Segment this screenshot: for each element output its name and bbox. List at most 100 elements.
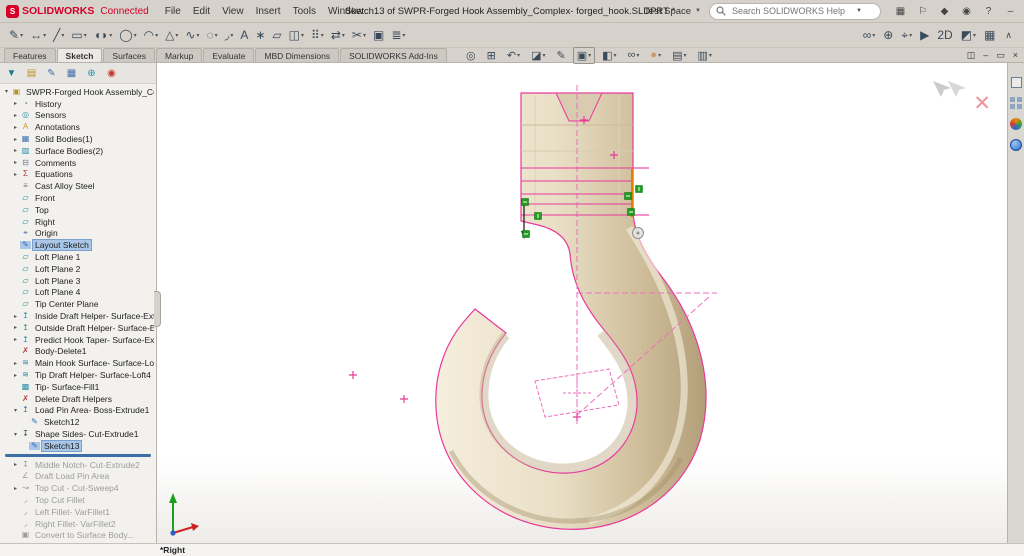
tree-item-comments[interactable]: ▸⊟Comments (0, 157, 156, 169)
panel-splitter[interactable] (154, 291, 161, 327)
apply-scene[interactable]: ▤▾ (668, 47, 690, 64)
tab-sketch[interactable]: Sketch (57, 48, 103, 62)
arc-tool[interactable]: ◠▾ (141, 25, 162, 45)
restore-doc-icon[interactable]: ▭ (996, 50, 1005, 61)
tree-item-right-fillet-varfillet2[interactable]: ◞Right Fillet- VarFillet2 (0, 518, 156, 530)
collapse-toolbar-icon[interactable]: ∧ (999, 30, 1018, 41)
dropdown-arrow-icon[interactable]: ▾ (43, 32, 46, 39)
tab-surfaces[interactable]: Surfaces (103, 48, 155, 62)
tree-expand-icon[interactable]: ▾ (11, 407, 20, 414)
sketch-picture[interactable]: ▦ (981, 25, 998, 45)
tree-item-body-delete1[interactable]: ✗Body-Delete1 (0, 346, 156, 358)
dropdown-arrow-icon[interactable]: ▾ (84, 32, 87, 39)
dropdown-arrow-icon[interactable]: ▾ (614, 52, 617, 59)
dropdown-arrow-icon[interactable]: ▾ (196, 32, 199, 39)
tree-expand-icon[interactable]: ▾ (2, 88, 11, 95)
convert-entities[interactable]: ▣ (370, 25, 387, 45)
tab-mbd-dimensions[interactable]: MBD Dimensions (255, 48, 339, 62)
tree-expand-icon[interactable]: ▸ (11, 100, 20, 107)
tree-item-loft-plane-2[interactable]: ▱Loft Plane 2 (0, 263, 156, 275)
cancel-sketch-icon[interactable]: ✕ (973, 93, 991, 114)
dimxpertmanager-tab-icon[interactable]: ⊕ (83, 65, 100, 81)
tree-expand-icon[interactable]: ▸ (11, 313, 20, 320)
featuremanager-tab-icon[interactable]: ▤ (23, 65, 40, 81)
dropdown-arrow-icon[interactable]: ▾ (658, 52, 661, 59)
tree-item-swpr-forged-hook-assembly-complex-forg[interactable]: ▾▣SWPR-Forged Hook Assembly_Complex- for… (0, 86, 156, 98)
tab-solidworks-add-ins[interactable]: SOLIDWORKS Add-Ins (340, 48, 447, 62)
tree-item-main-hook-surface-surface-loft2[interactable]: ▸≋Main Hook Surface- Surface-Loft2 (0, 357, 156, 369)
plane-tool[interactable]: ▱ (269, 25, 284, 45)
tree-item-predict-hook-taper-surface-extrude4[interactable]: ▸↥Predict Hook Taper- Surface-Extrude4 (0, 334, 156, 346)
rollback-bar[interactable] (5, 454, 151, 457)
tree-expand-icon[interactable]: ▾ (11, 431, 20, 438)
dropdown-arrow-icon[interactable]: ▾ (20, 32, 23, 39)
dropdown-arrow-icon[interactable]: ▾ (709, 52, 712, 59)
tab-markup[interactable]: Markup (156, 48, 202, 62)
view-orientation[interactable]: ▣▾ (573, 47, 595, 64)
dropdown-arrow-icon[interactable]: ▾ (542, 52, 545, 59)
dropdown-arrow-icon[interactable]: ▾ (363, 32, 366, 39)
circle-tool[interactable]: ◯▾ (116, 25, 139, 45)
dropdown-arrow-icon[interactable]: ▾ (636, 52, 639, 59)
tree-item-middle-notch-cut-extrude2[interactable]: ▸↧Middle Notch- Cut-Extrude2 (0, 459, 156, 471)
tab-features[interactable]: Features (4, 48, 56, 62)
help-search-box[interactable]: ▼ (709, 3, 881, 20)
dropdown-arrow-icon[interactable]: ▾ (230, 32, 233, 39)
move-entities[interactable]: ⇄▾ (328, 25, 348, 45)
tree-expand-icon[interactable]: ▸ (11, 171, 20, 178)
user-profile-icon[interactable]: ◉ (959, 4, 974, 19)
instant-2d[interactable]: 2D (934, 25, 955, 45)
tree-item-right[interactable]: ▱Right (0, 216, 156, 228)
dropdown-arrow-icon[interactable]: ▾ (175, 32, 178, 39)
tree-item-load-pin-area-boss-extrude1[interactable]: ▾↥Load Pin Area- Boss-Extrude1 (0, 405, 156, 417)
dropdown-arrow-icon[interactable]: ▾ (215, 32, 218, 39)
drag-handle-knob[interactable] (633, 228, 644, 239)
tree-item-surface-bodies-2[interactable]: ▸▨Surface Bodies(2) (0, 145, 156, 157)
mirror-entities[interactable]: ◫▾ (286, 25, 307, 45)
tree-item-tip-surface-fill1[interactable]: ▩Tip- Surface-Fill1 (0, 381, 156, 393)
zoom-to-area[interactable]: ⊞ (483, 47, 500, 64)
tree-expand-icon[interactable]: ▸ (11, 147, 20, 154)
tree-expand-icon[interactable]: ▸ (11, 336, 20, 343)
rapid-sketch[interactable]: ▶ (917, 25, 932, 45)
dropdown-arrow-icon[interactable]: ▾ (301, 32, 304, 39)
close-doc-icon[interactable]: × (1013, 50, 1018, 60)
dropdown-arrow-icon[interactable]: ▾ (909, 32, 912, 39)
tree-item-solid-bodies-1[interactable]: ▸▦Solid Bodies(1) (0, 133, 156, 145)
dropdown-arrow-icon[interactable]: ▾ (517, 52, 520, 59)
tree-item-sensors[interactable]: ▸◎Sensors (0, 110, 156, 122)
tree-item-tip-center-plane[interactable]: ▱Tip Center Plane (0, 298, 156, 310)
search-input[interactable] (730, 5, 852, 17)
dropdown-arrow-icon[interactable]: ▾ (321, 32, 324, 39)
smart-dimension[interactable]: ↔▾ (27, 25, 49, 45)
sketch-fillet-tool[interactable]: ◞▾ (222, 25, 237, 45)
tree-item-top-cut-fillet[interactable]: ◞Top Cut Fillet (0, 494, 156, 506)
tree-item-inside-draft-helper-surface-extrude1[interactable]: ▸↥Inside Draft Helper- Surface-Extrude1 (0, 310, 156, 322)
previous-view[interactable]: ↶▾ (503, 47, 524, 64)
tree-item-front[interactable]: ▱Front (0, 192, 156, 204)
tree-item-sketch13[interactable]: ✎Sketch13 (0, 440, 156, 452)
tree-item-annotations[interactable]: ▸AAnnotations (0, 121, 156, 133)
tree-expand-icon[interactable]: ▸ (11, 112, 20, 119)
tree-filter-icon[interactable]: ▼ (3, 65, 20, 81)
tree-item-top-cut-cut-sweep4[interactable]: ▸↝Top Cut - Cut-Sweep4 (0, 482, 156, 494)
dropdown-arrow-icon[interactable]: ▾ (134, 32, 137, 39)
menu-insert[interactable]: Insert (250, 4, 287, 19)
widgets-panel-icon[interactable] (1010, 97, 1022, 109)
displaymanager-tab-icon[interactable]: ◉ (103, 65, 120, 81)
section-view[interactable]: ◪▾ (527, 47, 549, 64)
tree-item-shape-sides-cut-extrude1[interactable]: ▾↧Shape Sides- Cut-Extrude1 (0, 428, 156, 440)
tree-item-cast-alloy-steel[interactable]: ≡Cast Alloy Steel (0, 180, 156, 192)
trim-entities[interactable]: ✂▾ (349, 25, 369, 45)
tree-expand-icon[interactable]: ▸ (11, 124, 20, 131)
minimize-app-icon[interactable]: – (1003, 4, 1018, 19)
menu-edit[interactable]: Edit (187, 4, 216, 19)
rectangle-tool[interactable]: ▭▾ (68, 25, 89, 45)
dynamic-annotation-views[interactable]: ✎ (552, 47, 569, 64)
point-tool[interactable]: ∗ (252, 25, 268, 45)
tree-item-sketch12[interactable]: ✎Sketch12 (0, 416, 156, 428)
shaded-sketch-contours[interactable]: ◩▾ (958, 25, 979, 45)
quick-snaps[interactable]: ⌖▾ (898, 25, 915, 45)
slot-tool[interactable]: ◖◗▾ (91, 25, 116, 45)
notifications-icon[interactable]: ⚐ (915, 4, 930, 19)
